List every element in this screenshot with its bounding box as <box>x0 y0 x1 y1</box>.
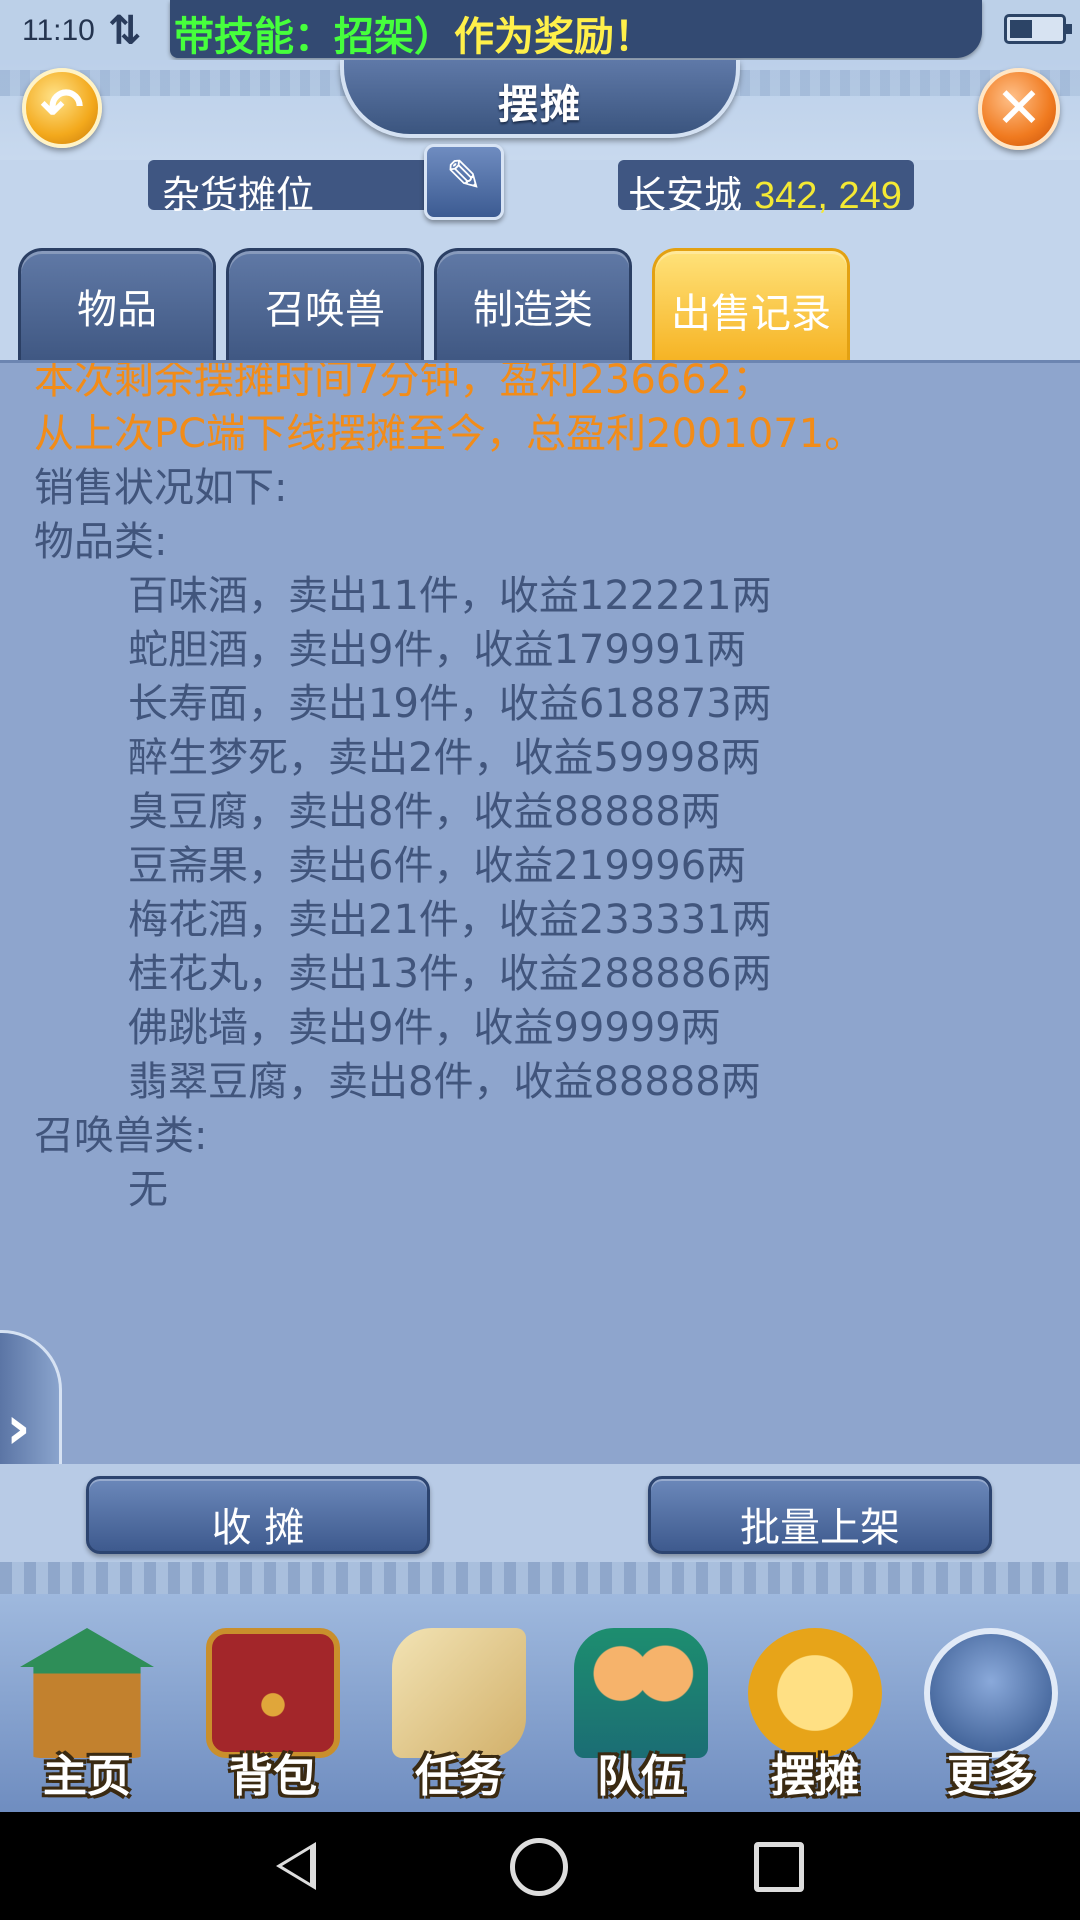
marquee-text-green: 带技能：招架） <box>174 14 454 58</box>
tab-pets[interactable]: 召唤兽 <box>226 248 424 362</box>
window-header: ↶ 摆摊 ✕ <box>0 60 1080 160</box>
team-icon <box>574 1628 708 1758</box>
list-item: 梅花酒，卖出21件，收益233331两 <box>128 897 772 943</box>
batch-list-button[interactable]: 批量上架 <box>648 1476 992 1554</box>
dock-label: 更多 <box>947 1751 1035 1802</box>
coin-stall-icon <box>748 1628 882 1758</box>
dock-item-more[interactable]: 更多 <box>906 1628 1076 1808</box>
pets-category-header: 召唤兽类: <box>34 1113 208 1159</box>
dock-label: 摆摊 <box>771 1751 859 1802</box>
list-item: 臭豆腐，卖出8件，收益88888两 <box>128 789 721 835</box>
chevron-right-icon: › <box>6 1393 31 1463</box>
more-icon <box>924 1628 1058 1758</box>
edit-stall-name-button[interactable]: ✎ <box>424 144 504 220</box>
dock-item-team[interactable]: 队伍 <box>556 1628 726 1808</box>
stall-info-bar: 杂货摊位 ✎ 长安城 342, 249 物品 召唤兽 制造类 出售记录 <box>0 144 1080 362</box>
back-arrow-icon: ↶ <box>40 78 84 138</box>
summary-line-total: 从上次PC端下线摆摊至今，总盈利2001071。 <box>34 411 865 457</box>
dock-item-home[interactable]: 主页 <box>2 1628 172 1808</box>
status-bar: 11:10 ⇅ 带技能：招架）作为奖励！ <box>0 0 1080 60</box>
pets-value: 无 <box>128 1167 168 1213</box>
clock: 11:10 <box>22 14 95 47</box>
location-display: 长安城 342, 249 <box>618 160 914 217</box>
tab-label: 召唤兽 <box>265 287 385 333</box>
system-navigation-bar <box>0 1812 1080 1920</box>
scroll-icon <box>392 1628 526 1758</box>
close-stall-button[interactable]: 收 摊 <box>86 1476 430 1554</box>
list-item: 佛跳墙，卖出9件，收益99999两 <box>128 1005 721 1051</box>
dock-item-stall[interactable]: 摆摊 <box>730 1628 900 1808</box>
treasure-chest-icon <box>206 1628 340 1758</box>
sales-record-panel[interactable]: 本次剩余摆摊时间7分钟，盈利236662； 从上次PC端下线摆摊至今，总盈利20… <box>0 360 1080 1464</box>
tab-label: 制造类 <box>473 287 593 333</box>
tab-crafting[interactable]: 制造类 <box>434 248 632 362</box>
list-item: 醉生梦死，卖出2件，收益59998两 <box>128 735 761 781</box>
marquee-text-yellow: 作为奖励！ <box>454 14 654 58</box>
button-label: 收 摊 <box>211 1505 305 1551</box>
dock-label: 任务 <box>415 1751 503 1802</box>
tab-label: 物品 <box>77 287 157 333</box>
list-item: 豆斋果，卖出6件，收益219996两 <box>128 843 747 889</box>
announcement-marquee: 带技能：招架）作为奖励！ <box>170 0 982 58</box>
summary-line-remaining: 本次剩余摆摊时间7分钟，盈利236662； <box>34 360 773 403</box>
nav-back-icon[interactable] <box>276 1842 316 1890</box>
dock-label: 主页 <box>43 1751 131 1802</box>
stall-name-field: 杂货摊位 <box>148 160 438 217</box>
home-palace-icon <box>20 1628 154 1758</box>
list-item: 桂花丸，卖出13件，收益288886两 <box>128 951 772 997</box>
divider <box>0 1562 1080 1594</box>
sales-header: 销售状况如下: <box>34 465 288 511</box>
network-activity-icon: ⇅ <box>108 8 142 54</box>
list-item: 长寿面，卖出19件，收益618873两 <box>128 681 772 727</box>
bottom-dock: 主页 背包 任务 队伍 摆摊 更多 <box>0 1594 1080 1812</box>
close-button[interactable]: ✕ <box>978 68 1060 150</box>
items-category-header: 物品类: <box>34 519 168 565</box>
location-name: 长安城 <box>628 173 743 217</box>
title-plate: 摆摊 <box>340 60 740 138</box>
dock-label: 背包 <box>229 1751 317 1802</box>
location-coords: 342, 249 <box>754 175 902 217</box>
tab-items[interactable]: 物品 <box>18 248 216 362</box>
dock-item-bag[interactable]: 背包 <box>188 1628 358 1808</box>
list-item: 百味酒，卖出11件，收益122221两 <box>128 573 772 619</box>
back-button[interactable]: ↶ <box>22 68 102 148</box>
tab-sales-record[interactable]: 出售记录 <box>652 248 850 362</box>
nav-home-icon[interactable] <box>510 1838 568 1896</box>
page-title: 摆摊 <box>498 82 582 128</box>
button-label: 批量上架 <box>740 1505 900 1551</box>
dock-label: 队伍 <box>597 1751 685 1802</box>
close-icon: ✕ <box>995 76 1043 141</box>
battery-icon <box>1004 14 1072 44</box>
list-item: 蛇胆酒，卖出9件，收益179991两 <box>128 627 747 673</box>
edit-icon: ✎ <box>445 151 483 202</box>
list-item: 翡翠豆腐，卖出8件，收益88888两 <box>128 1059 761 1105</box>
tab-label: 出售记录 <box>671 291 831 337</box>
dock-item-tasks[interactable]: 任务 <box>374 1628 544 1808</box>
nav-recents-icon[interactable] <box>754 1842 804 1892</box>
action-bar: 收 摊 批量上架 <box>0 1464 1080 1562</box>
